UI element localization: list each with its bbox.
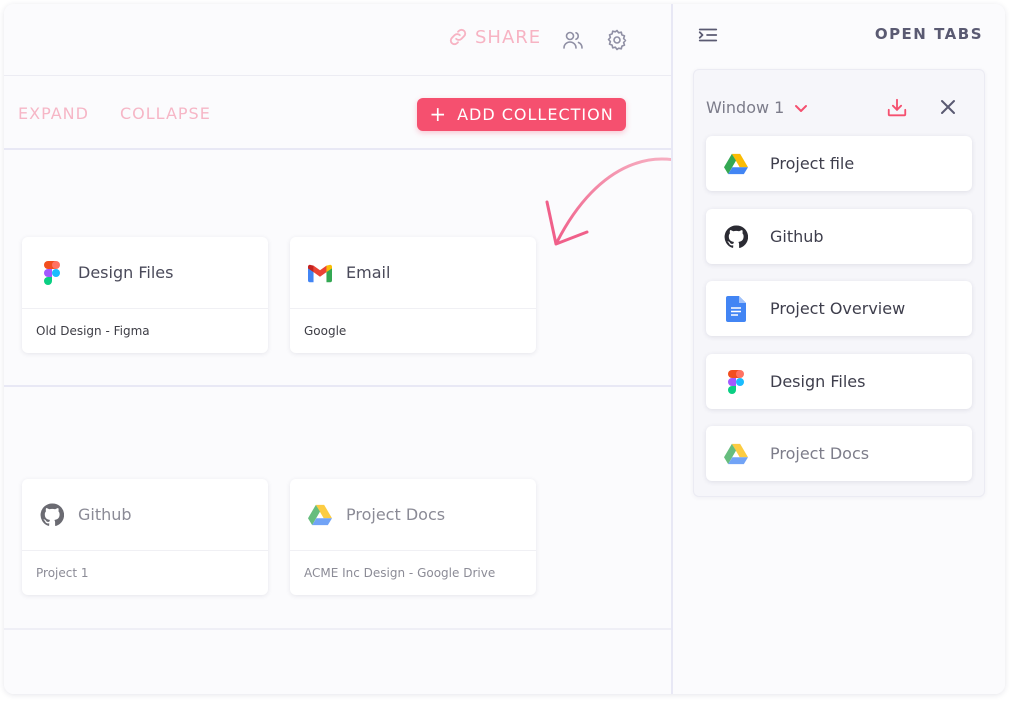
tab-label: Github (770, 227, 824, 246)
app-window: SHARE EXPAND COLLAPSE + ADD COLLECTION D… (4, 4, 1005, 694)
collection-card-project-docs[interactable]: Project Docs ACME Inc Design - Google Dr… (290, 479, 536, 595)
open-tabs-panel: OPEN TABS Window 1 Project file Github P… (671, 4, 1005, 694)
tab-item-design-files[interactable]: Design Files (706, 354, 972, 409)
google-drive-icon (724, 152, 748, 176)
close-icon[interactable] (938, 97, 958, 117)
action-bar: EXPAND COLLAPSE + ADD COLLECTION (4, 77, 671, 150)
add-collection-label: ADD COLLECTION (457, 105, 614, 124)
card-title: Design Files (78, 263, 174, 282)
github-icon (724, 224, 748, 249)
tab-label: Project Overview (770, 299, 906, 318)
card-title: Project Docs (346, 505, 446, 524)
collapse-panel-icon[interactable] (697, 24, 719, 46)
collection-card-design-files[interactable]: Design Files Old Design - Figma (22, 237, 268, 353)
tab-label: Project Docs (770, 444, 870, 463)
tab-item-github[interactable]: Github (706, 209, 972, 264)
card-subtitle: Google (304, 324, 347, 338)
window-selector[interactable]: Window 1 (706, 98, 808, 117)
download-icon[interactable] (886, 97, 908, 119)
card-subtitle: Project 1 (36, 566, 89, 580)
card-title: Email (346, 263, 391, 282)
tab-label: Project file (770, 154, 855, 173)
card-subtitle: Old Design - Figma (36, 324, 150, 338)
google-drive-icon (308, 503, 332, 527)
window-group: Window 1 Project file Github Project Ove… (693, 69, 985, 497)
collection-divider (4, 385, 671, 387)
expand-button[interactable]: EXPAND (18, 104, 89, 123)
tab-item-project-docs[interactable]: Project Docs (706, 426, 972, 481)
link-icon (449, 28, 467, 46)
card-subtitle: ACME Inc Design - Google Drive (304, 566, 496, 580)
collection-divider (4, 628, 671, 630)
top-bar: SHARE (4, 4, 671, 76)
figma-icon (40, 260, 64, 285)
share-button[interactable]: SHARE (447, 26, 541, 48)
figma-icon (724, 369, 748, 394)
add-collection-button[interactable]: + ADD COLLECTION (417, 98, 626, 131)
collapse-button[interactable]: COLLAPSE (120, 104, 211, 123)
chevron-down-icon (795, 104, 808, 112)
collection-card-github[interactable]: Github Project 1 (22, 479, 268, 595)
google-docs-icon (724, 295, 748, 322)
plus-icon: + (429, 101, 448, 126)
share-label: SHARE (475, 26, 542, 48)
window-label: Window 1 (706, 98, 785, 117)
collections-area: SHARE EXPAND COLLAPSE + ADD COLLECTION D… (4, 4, 671, 694)
card-title: Github (78, 505, 132, 524)
tab-item-project-file[interactable]: Project file (706, 136, 972, 191)
users-icon[interactable] (561, 28, 585, 52)
gear-icon[interactable] (605, 28, 629, 52)
tab-label: Design Files (770, 372, 866, 391)
google-drive-icon (724, 442, 748, 466)
gmail-icon (308, 261, 332, 285)
collection-card-email[interactable]: Email Google (290, 237, 536, 353)
tab-item-project-overview[interactable]: Project Overview (706, 281, 972, 336)
open-tabs-title: OPEN TABS (874, 25, 983, 43)
github-icon (40, 502, 64, 527)
